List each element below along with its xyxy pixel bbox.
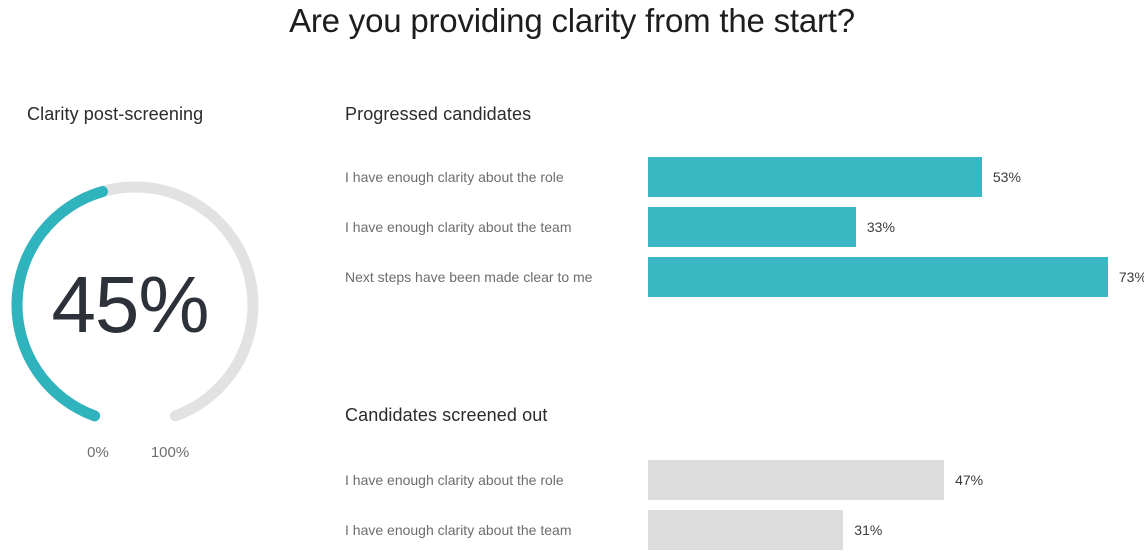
bar-row-label: I have enough clarity about the role bbox=[345, 157, 635, 197]
gauge-value-text: 45% bbox=[0, 180, 250, 430]
bar-value-label: 33% bbox=[856, 207, 895, 247]
bar-fill[interactable] bbox=[648, 460, 944, 500]
bar-row[interactable]: I have enough clarity about the role53% bbox=[345, 157, 531, 197]
section-heading: Progressed candidates bbox=[345, 104, 531, 125]
bar-track: 53% bbox=[648, 157, 1144, 197]
section-candidates-screened-out: Candidates screened out I have enough cl… bbox=[345, 405, 547, 560]
bar-row[interactable]: I have enough clarity about the role47% bbox=[345, 460, 547, 500]
gauge-heading: Clarity post-screening bbox=[27, 104, 203, 125]
bar-track: 33% bbox=[648, 207, 1144, 247]
clarity-gauge-panel: Clarity post-screening 45% 0% 100% bbox=[0, 104, 320, 484]
gauge-max-label: 100% bbox=[135, 444, 205, 461]
bar-value-label: 47% bbox=[944, 460, 983, 500]
bar-row[interactable]: I have enough clarity about the team31% bbox=[345, 510, 547, 550]
section-progressed-candidates: Progressed candidates I have enough clar… bbox=[345, 104, 531, 307]
bar-row[interactable]: Next steps have been made clear to me73% bbox=[345, 257, 531, 297]
bar-fill[interactable] bbox=[648, 257, 1108, 297]
bar-row-label: Next steps have been made clear to me bbox=[345, 257, 635, 297]
bar-value-label: 31% bbox=[843, 510, 882, 550]
page-title: Are you providing clarity from the start… bbox=[0, 2, 1144, 40]
bar-value-label: 73% bbox=[1108, 257, 1144, 297]
bar-fill[interactable] bbox=[648, 157, 982, 197]
bar-track: 31% bbox=[648, 510, 1144, 550]
bar-fill[interactable] bbox=[648, 510, 843, 550]
bar-row[interactable]: I have enough clarity about the team33% bbox=[345, 207, 531, 247]
bar-track: 47% bbox=[648, 460, 1144, 500]
gauge-min-label: 0% bbox=[72, 444, 124, 461]
bar-fill[interactable] bbox=[648, 207, 856, 247]
bar-row-label: I have enough clarity about the team bbox=[345, 207, 635, 247]
bar-rows-progressed: I have enough clarity about the role53% I… bbox=[345, 157, 531, 297]
bar-track: 73% bbox=[648, 257, 1144, 297]
bar-row-label: I have enough clarity about the team bbox=[345, 510, 635, 550]
bar-row-label: I have enough clarity about the role bbox=[345, 460, 635, 500]
section-heading: Candidates screened out bbox=[345, 405, 547, 426]
bar-value-label: 53% bbox=[982, 157, 1021, 197]
bar-rows-screened: I have enough clarity about the role47% I… bbox=[345, 460, 547, 550]
